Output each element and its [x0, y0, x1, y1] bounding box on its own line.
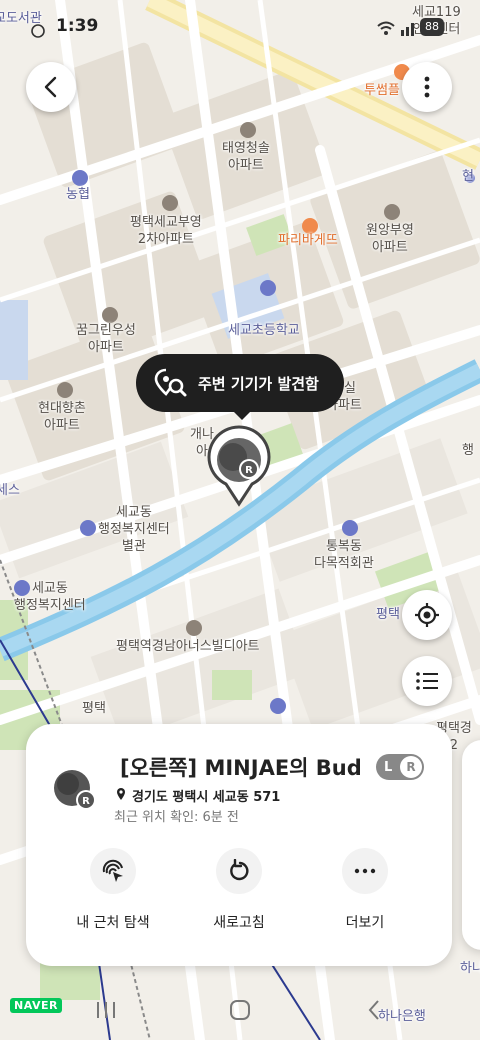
map-label[interactable]: 투썸플 — [364, 82, 400, 99]
refresh-button[interactable]: 새로고침 — [184, 848, 294, 932]
map-label[interactable]: 세교동 행정복지센터 별관 — [98, 504, 170, 555]
map-label[interactable]: 농협 — [66, 186, 90, 203]
refresh-icon — [230, 859, 249, 881]
back-button[interactable] — [26, 62, 76, 112]
search-location-icon — [154, 368, 187, 397]
list-icon — [416, 672, 438, 690]
device-marker[interactable]: R — [206, 424, 272, 508]
status-bar: 1:39 88 — [0, 10, 480, 44]
map-label[interactable]: 통복동 다목적회관 — [314, 538, 374, 572]
device-address: 경기도 평택시 세교동 571 — [132, 790, 281, 805]
map-label[interactable]: 현대향촌 아파트 — [38, 400, 86, 434]
marker-badge: R — [245, 465, 253, 476]
device-card[interactable]: R [오른쪽] MINJAE의 Buds L R 경기도 평택시 세교동 571… — [26, 724, 452, 966]
more-vertical-icon — [424, 76, 430, 98]
badge-left: L — [384, 759, 393, 775]
more-label: 더보기 — [345, 915, 385, 931]
nearby-scan-icon — [102, 859, 123, 882]
more-button[interactable]: 더보기 — [310, 848, 420, 932]
tooltip-arrow — [232, 410, 252, 420]
map-label[interactable]: 평택 — [82, 700, 106, 717]
status-time: 1:39 — [56, 16, 99, 36]
map-label[interactable]: 파리바게뜨 — [278, 232, 338, 249]
battery-icon: 88 — [420, 18, 444, 36]
refresh-label: 새로고침 — [213, 915, 265, 931]
map-label[interactable]: 세스 — [0, 482, 20, 499]
badge-right: R — [400, 756, 422, 778]
map-label[interactable]: 세교동 행정복지센터 — [14, 580, 86, 614]
map-label[interactable]: 하나 — [460, 960, 480, 977]
avatar-badge: R — [82, 796, 90, 807]
wifi-icon — [377, 21, 395, 35]
map-label[interactable]: 행 — [462, 442, 474, 459]
map-label[interactable]: 평택세교부영 2차아파트 — [130, 214, 202, 248]
list-button[interactable] — [402, 656, 452, 706]
signal-icon — [401, 23, 414, 36]
crosshair-icon — [415, 603, 439, 627]
map-label[interactable]: 꿈그린우성 아파트 — [76, 322, 136, 356]
nearby-search-button[interactable]: 내 근처 탐색 — [58, 848, 168, 932]
map-label[interactable]: 평택역경남아너스빌디아트 — [116, 638, 260, 655]
alarm-icon — [31, 24, 45, 38]
chevron-left-icon — [44, 76, 57, 98]
system-nav-bar — [0, 994, 480, 1028]
recent-apps-icon[interactable] — [94, 1000, 118, 1020]
map-label[interactable]: 태영청솔 아파트 — [222, 140, 270, 174]
lr-badge: L R — [376, 754, 424, 780]
nearby-search-label: 내 근처 탐색 — [76, 915, 150, 931]
back-nav-icon[interactable] — [366, 999, 382, 1021]
more-horizontal-icon — [354, 868, 376, 874]
nearby-device-tooltip[interactable]: 주변 기기가 발견함 — [136, 354, 344, 412]
location-pin-icon — [117, 788, 125, 800]
device-title: [오른쪽] MINJAE의 Buds — [120, 756, 360, 780]
map-label[interactable]: 현 — [462, 168, 474, 185]
menu-button[interactable] — [402, 62, 452, 112]
next-device-card-peek[interactable] — [462, 740, 480, 950]
map-label[interactable]: 세교초등학교 — [228, 322, 300, 339]
home-icon[interactable] — [228, 998, 252, 1022]
earbud-avatar: R — [54, 770, 96, 810]
tooltip-text: 주변 기기가 발견함 — [198, 374, 319, 393]
map-label[interactable]: 원앙부영 아파트 — [366, 222, 414, 256]
last-seen-text: 최근 위치 확인: 6분 전 — [114, 810, 239, 825]
map-label[interactable]: 평택 — [376, 606, 400, 623]
my-location-button[interactable] — [402, 590, 452, 640]
